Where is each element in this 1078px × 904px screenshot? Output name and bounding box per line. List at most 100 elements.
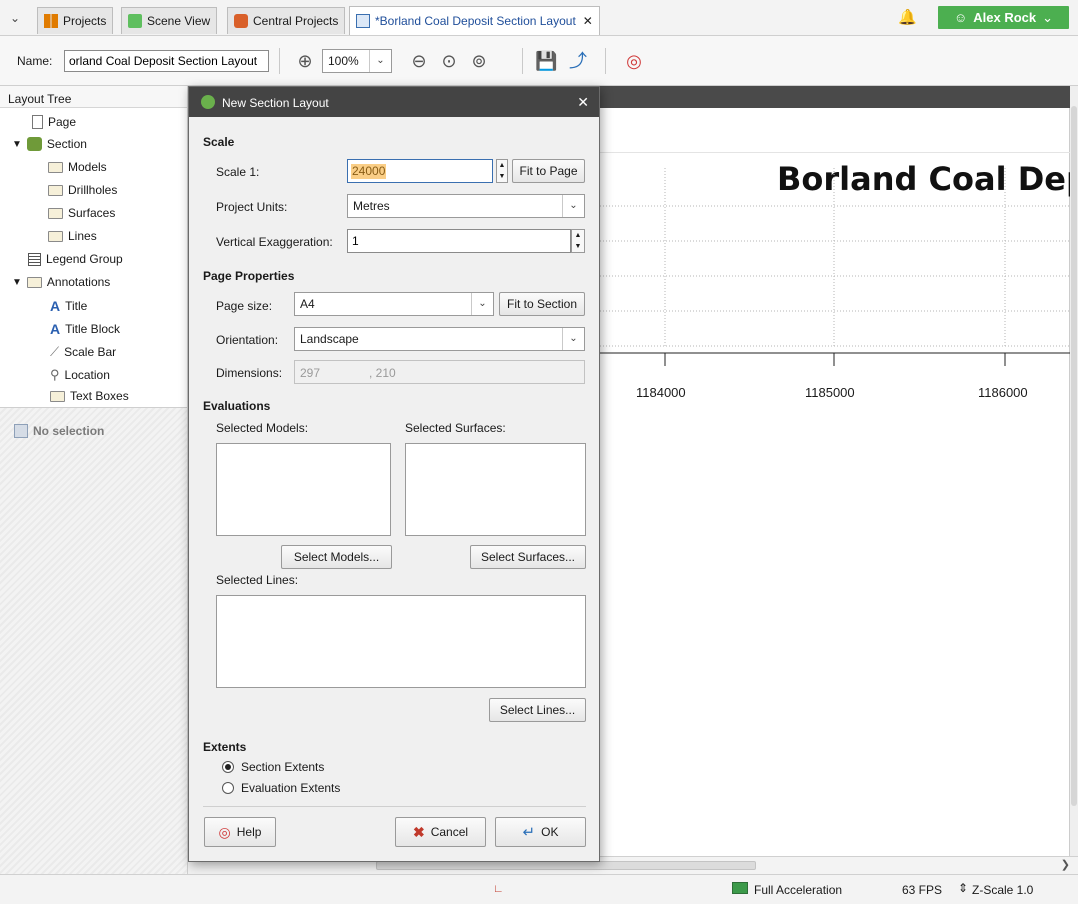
tree-item-label: Legend Group [46, 252, 123, 266]
save-icon[interactable]: 💾 [535, 50, 557, 72]
tree-item-models[interactable]: Models [48, 160, 107, 174]
projects-grid-icon [44, 14, 58, 28]
export-icon[interactable]: ⤴ [567, 50, 589, 72]
tab-scene-view[interactable]: Scene View [121, 7, 218, 34]
axis-tick-label: 1186000 [978, 385, 1028, 400]
fps-readout: 63 FPS [902, 883, 943, 897]
selected-surfaces-list[interactable] [405, 443, 586, 536]
page-properties-header: Page Properties [203, 269, 295, 283]
axes-icon: ∟ [493, 883, 504, 895]
dialog-title-bar[interactable]: New Section Layout ✕ [189, 87, 599, 117]
layout-name-input[interactable] [64, 50, 269, 72]
properties-panel: No selection [0, 408, 188, 882]
tree-item-label: Annotations [46, 275, 111, 289]
select-surfaces-label: Select Surfaces... [480, 550, 576, 564]
zoom-out-icon[interactable]: ⊖ [408, 50, 430, 72]
select-models-label: Select Models... [293, 550, 380, 564]
tree-item-label: Location [64, 368, 110, 382]
user-account-button[interactable]: ☺ Alex Rock ⌄ [938, 6, 1069, 29]
vertical-exaggeration-input[interactable] [347, 229, 571, 253]
tree-item-label: Title Block [65, 322, 121, 336]
tree-item-label: Lines [68, 229, 97, 243]
tab-label: Central Projects [253, 14, 339, 28]
ruler-icon: ⟋ [50, 344, 60, 359]
tab-central-projects[interactable]: Central Projects [227, 7, 346, 34]
cancel-x-icon: ✖ [412, 823, 425, 840]
acceleration-status: Full Acceleration [754, 883, 843, 897]
select-surfaces-button[interactable]: Select Surfaces... [470, 545, 586, 569]
close-icon[interactable]: ✕ [577, 94, 589, 111]
ok-button[interactable]: ↵ OK [495, 817, 586, 847]
spinner-icon[interactable]: ▲ ▼ [496, 159, 508, 183]
layout-canvas[interactable]: Borland Coal Dep 1184000 1185000 1186000 [600, 108, 1078, 856]
orientation-select[interactable]: Landscape ⌄ [294, 327, 585, 351]
tree-item-scale-bar[interactable]: ⟋ Scale Bar [50, 344, 116, 360]
evaluation-extents-radio[interactable]: Evaluation Extents [222, 781, 340, 795]
expand-triangle-icon[interactable]: ▼ [12, 277, 22, 288]
tree-item-title-block[interactable]: A Title Block [50, 321, 120, 337]
tree-item-label: Section [46, 137, 87, 151]
tab-label: Scene View [147, 14, 211, 28]
radio-selected-icon [222, 761, 234, 773]
tree-item-text-boxes[interactable]: Text Boxes [50, 389, 129, 403]
vertical-scrollbar[interactable] [1070, 86, 1078, 856]
tree-item-label: Text Boxes [70, 389, 129, 403]
z-scale-readout[interactable]: Z-Scale 1.0 [972, 883, 1033, 897]
folder-icon [48, 207, 63, 219]
help-lifebuoy-icon[interactable]: ◎ [623, 50, 645, 72]
no-selection-message: No selection [14, 424, 104, 438]
monitor-icon [732, 882, 748, 894]
tab-section-layout[interactable]: *Borland Coal Deposit Section Layout ✕ [349, 6, 600, 35]
project-units-select[interactable]: Metres ⌄ [347, 194, 585, 218]
zoom-fit-width-icon[interactable]: ⊙ [438, 50, 460, 72]
tab-projects[interactable]: Projects [37, 7, 114, 34]
tree-item-drillholes[interactable]: Drillholes [48, 183, 117, 197]
folder-icon [48, 161, 63, 173]
properties-icon [14, 424, 28, 438]
close-tab-icon[interactable]: ✕ [583, 14, 593, 28]
selected-lines-list[interactable] [216, 595, 586, 688]
chevron-down-icon: ⌄ [471, 293, 493, 315]
selected-models-list[interactable] [216, 443, 391, 536]
zoom-level-select[interactable]: 100% ⌄ [322, 49, 392, 73]
zoom-fit-page-icon[interactable]: ⊚ [468, 50, 490, 72]
section-grid [600, 168, 1070, 366]
axis-tick-label: 1185000 [805, 385, 855, 400]
zoom-in-icon[interactable]: ⊕ [294, 50, 316, 72]
expand-triangle-icon[interactable]: ▼ [12, 139, 22, 150]
fit-to-section-button[interactable]: Fit to Section [499, 292, 585, 316]
selected-lines-label: Selected Lines: [216, 573, 299, 587]
page-size-select[interactable]: A4 ⌄ [294, 292, 494, 316]
legend-icon [28, 252, 41, 266]
chevron-down-icon: ⌄ [562, 328, 584, 350]
tree-item-legend-group[interactable]: Legend Group [28, 252, 123, 266]
evaluations-header: Evaluations [203, 399, 271, 413]
text-a-icon: A [50, 321, 61, 337]
tab-label: Projects [63, 14, 107, 28]
section-extents-label: Section Extents [241, 760, 325, 774]
scroll-right-arrow-icon[interactable]: ❯ [1061, 858, 1070, 871]
tree-item-location[interactable]: ⚲ Location [50, 367, 110, 383]
cancel-button[interactable]: ✖ Cancel [395, 817, 486, 847]
tab-bar: ⌄ Projects Scene View Central Projects *… [0, 0, 1078, 36]
tabs-dropdown-chevron-icon[interactable]: ⌄ [10, 11, 20, 25]
vertical-exaggeration-label: Vertical Exaggeration: [216, 235, 333, 249]
tree-item-annotations[interactable]: ▼ Annotations [12, 275, 110, 289]
tree-item-label: Page [48, 115, 77, 129]
page-size-value: A4 [300, 297, 315, 311]
tree-item-label: Title [65, 299, 88, 313]
tree-item-surfaces[interactable]: Surfaces [48, 206, 115, 220]
spinner-icon[interactable]: ▲ ▼ [571, 229, 585, 253]
tree-item-lines[interactable]: Lines [48, 229, 97, 243]
page-icon [32, 115, 43, 129]
tree-item-section[interactable]: ▼ Section [12, 137, 87, 151]
select-models-button[interactable]: Select Models... [281, 545, 392, 569]
tab-label: *Borland Coal Deposit Section Layout [375, 14, 576, 28]
tree-item-page[interactable]: Page [32, 115, 76, 129]
notifications-bell-icon[interactable]: 🔔 [898, 8, 917, 26]
section-extents-radio[interactable]: Section Extents [222, 760, 324, 774]
select-lines-button[interactable]: Select Lines... [489, 698, 586, 722]
tree-item-title[interactable]: A Title [50, 298, 87, 314]
help-button[interactable]: ◎ Help [204, 817, 276, 847]
fit-to-page-button[interactable]: Fit to Page [512, 159, 585, 183]
